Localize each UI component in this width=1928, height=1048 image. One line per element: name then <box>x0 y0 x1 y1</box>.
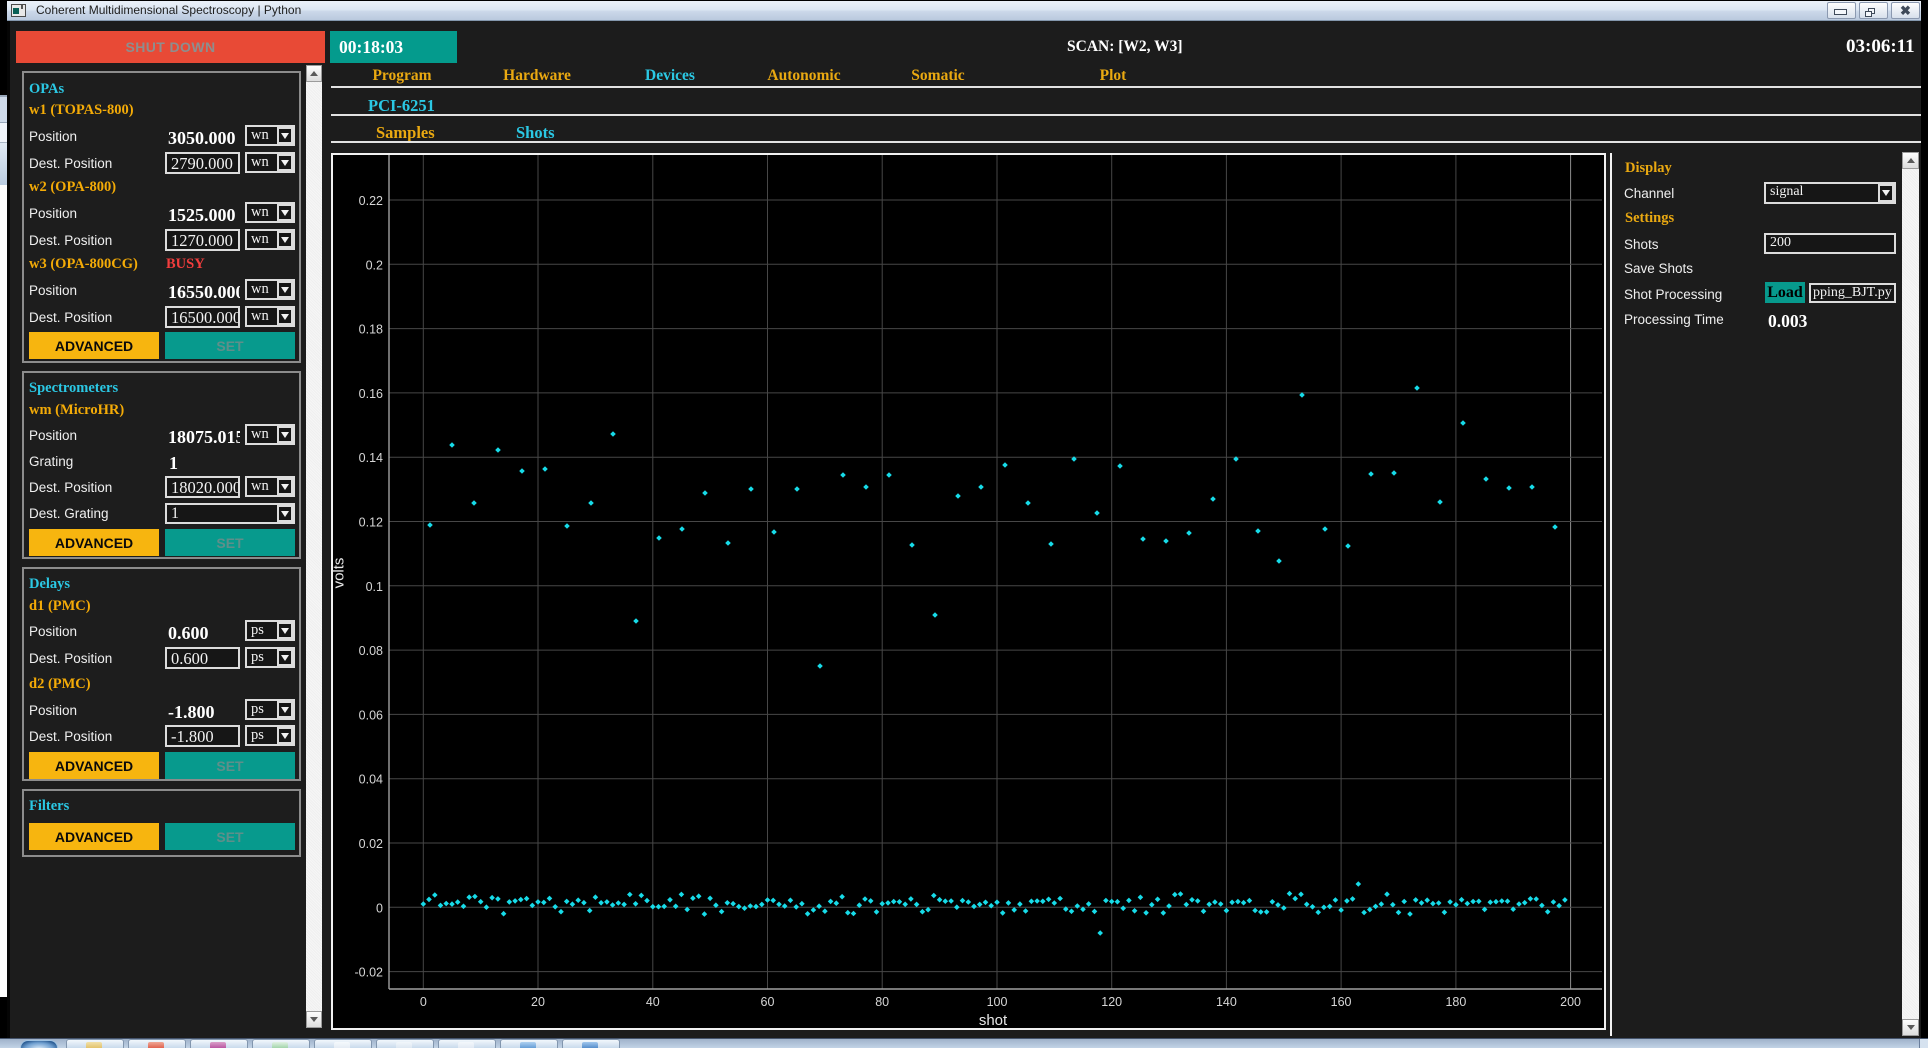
svg-text:0.04: 0.04 <box>359 773 383 787</box>
svg-text:140: 140 <box>1216 995 1237 1009</box>
svg-text:160: 160 <box>1331 995 1352 1009</box>
svg-text:shot: shot <box>979 1012 1008 1028</box>
svg-text:0.2: 0.2 <box>366 258 383 272</box>
svg-text:0.1: 0.1 <box>366 580 383 594</box>
svg-text:40: 40 <box>646 995 660 1009</box>
svg-text:0: 0 <box>420 995 427 1009</box>
svg-text:0.02: 0.02 <box>359 837 383 851</box>
svg-text:120: 120 <box>1101 995 1122 1009</box>
svg-text:20: 20 <box>531 995 545 1009</box>
svg-text:0.16: 0.16 <box>359 387 383 401</box>
svg-text:0.14: 0.14 <box>359 451 383 465</box>
svg-text:0.06: 0.06 <box>359 708 383 722</box>
svg-text:100: 100 <box>987 995 1008 1009</box>
svg-text:0.18: 0.18 <box>359 323 383 337</box>
svg-text:200: 200 <box>1560 995 1581 1009</box>
svg-text:0.12: 0.12 <box>359 516 383 530</box>
svg-text:60: 60 <box>761 995 775 1009</box>
svg-text:180: 180 <box>1445 995 1466 1009</box>
svg-text:0.22: 0.22 <box>359 194 383 208</box>
svg-text:-0.02: -0.02 <box>355 966 384 980</box>
svg-text:0: 0 <box>376 901 383 915</box>
svg-text:80: 80 <box>875 995 889 1009</box>
svg-text:0.08: 0.08 <box>359 644 383 658</box>
